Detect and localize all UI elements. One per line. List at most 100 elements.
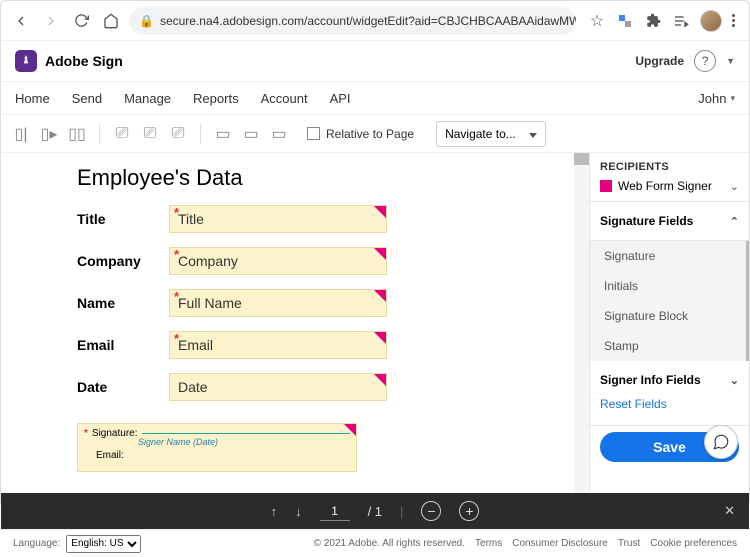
- page-input[interactable]: [320, 501, 350, 521]
- help-caret-icon[interactable]: ▼: [726, 56, 735, 66]
- canvas[interactable]: Employee's Data Title*Title Company*Comp…: [1, 153, 589, 493]
- language-label: Language:: [13, 538, 60, 549]
- field-signature-block[interactable]: Signature Block: [590, 301, 746, 331]
- field-initials[interactable]: Initials: [590, 271, 746, 301]
- recipient-name: Web Form Signer: [618, 179, 712, 193]
- sig-label: Signature:: [92, 428, 138, 439]
- align-tool-5-icon[interactable]: ⎚: [140, 124, 160, 144]
- zoom-out-icon[interactable]: −: [421, 501, 441, 521]
- signature-fields-accordion[interactable]: Signature Fields ⌃: [600, 210, 739, 232]
- browser-bar: 🔒 secure.na4.adobesign.com/account/widge…: [1, 1, 749, 41]
- signature-fields-label: Signature Fields: [600, 214, 693, 228]
- align-tool-3-icon[interactable]: ▯▯: [67, 124, 87, 144]
- navigate-to-select[interactable]: Navigate to...: [436, 121, 546, 147]
- reset-fields-link[interactable]: Reset Fields: [600, 391, 739, 417]
- recipient-select[interactable]: Web Form Signer ⌄: [600, 179, 739, 193]
- align-tool-4-icon[interactable]: ⎚: [112, 124, 132, 144]
- align-tool-6-icon[interactable]: ⎚: [168, 124, 188, 144]
- user-name: John: [698, 91, 726, 106]
- pager-bar: ↑ ↓ / 1 | − + ✕: [1, 493, 749, 529]
- label-name: Name: [77, 295, 169, 311]
- playlist-icon[interactable]: [672, 12, 690, 30]
- field-date[interactable]: Date: [169, 373, 387, 401]
- page-down-icon[interactable]: ↓: [295, 504, 302, 519]
- url-bar[interactable]: 🔒 secure.na4.adobesign.com/account/widge…: [129, 7, 576, 35]
- label-date: Date: [77, 379, 169, 395]
- chevron-down-icon: ⌄: [730, 374, 739, 387]
- footer: Language: English: US © 2021 Adobe. All …: [1, 529, 749, 557]
- label-company: Company: [77, 253, 169, 269]
- canvas-scrollbar[interactable]: [574, 153, 589, 493]
- field-toolbar: ▯| ▯▸ ▯▯ ⎚ ⎚ ⎚ ▭ ▭ ▭ Relative to Page Na…: [1, 115, 749, 153]
- signature-field-list: Signature Initials Signature Block Stamp: [590, 241, 749, 361]
- sig-placeholder: Signer Name (Date): [138, 437, 218, 447]
- kebab-menu-icon[interactable]: [732, 14, 735, 27]
- signature-block-field[interactable]: *Signature: Signer Name (Date) Email:: [77, 423, 357, 472]
- chevron-down-icon: ⌄: [730, 180, 739, 193]
- document: Employee's Data Title*Title Company*Comp…: [1, 153, 589, 472]
- nav-manage[interactable]: Manage: [124, 91, 171, 106]
- nav-send[interactable]: Send: [72, 91, 102, 106]
- avatar[interactable]: [700, 10, 722, 32]
- nav-api[interactable]: API: [330, 91, 351, 106]
- link-consumer[interactable]: Consumer Disclosure: [512, 538, 608, 549]
- link-terms[interactable]: Terms: [475, 538, 502, 549]
- align-tool-7-icon[interactable]: ▭: [213, 124, 233, 144]
- align-tool-2-icon[interactable]: ▯▸: [39, 124, 59, 144]
- extensions-icon[interactable]: [644, 12, 662, 30]
- browser-actions: ☆: [582, 10, 741, 32]
- nav-home[interactable]: Home: [15, 91, 50, 106]
- signer-info-label: Signer Info Fields: [600, 373, 701, 387]
- label-email: Email: [77, 337, 169, 353]
- signer-info-accordion[interactable]: Signer Info Fields ⌄: [600, 369, 739, 391]
- language-select[interactable]: English: US: [66, 535, 141, 553]
- align-tool-8-icon[interactable]: ▭: [241, 124, 261, 144]
- relative-to-page-toggle[interactable]: Relative to Page: [307, 127, 414, 141]
- lock-icon: 🔒: [139, 14, 154, 28]
- close-pager-icon[interactable]: ✕: [724, 503, 735, 519]
- reload-icon[interactable]: [69, 9, 93, 33]
- page-total: / 1: [368, 504, 382, 519]
- brand: Adobe Sign: [15, 50, 123, 72]
- chevron-up-icon: ⌃: [730, 215, 739, 228]
- star-icon[interactable]: ☆: [588, 12, 606, 30]
- field-signature[interactable]: Signature: [590, 241, 746, 271]
- label-title: Title: [77, 211, 169, 227]
- link-cookie[interactable]: Cookie preferences: [650, 538, 737, 549]
- url-text: secure.na4.adobesign.com/account/widgetE…: [160, 14, 576, 28]
- adobe-logo-icon: [15, 50, 37, 72]
- translate-icon[interactable]: [616, 12, 634, 30]
- link-trust[interactable]: Trust: [618, 538, 640, 549]
- field-email[interactable]: *Email: [169, 331, 387, 359]
- recipient-color-icon: [600, 180, 612, 192]
- field-title[interactable]: *Title: [169, 205, 387, 233]
- workspace: Employee's Data Title*Title Company*Comp…: [1, 153, 749, 493]
- forward-icon[interactable]: [39, 9, 63, 33]
- align-tool-1-icon[interactable]: ▯|: [11, 124, 31, 144]
- zoom-in-icon[interactable]: +: [459, 501, 479, 521]
- help-icon[interactable]: ?: [694, 50, 716, 72]
- brand-name: Adobe Sign: [45, 53, 123, 69]
- chat-help-icon[interactable]: [704, 425, 738, 459]
- home-icon[interactable]: [99, 9, 123, 33]
- field-name[interactable]: *Full Name: [169, 289, 387, 317]
- back-icon[interactable]: [9, 9, 33, 33]
- nav-reports[interactable]: Reports: [193, 91, 239, 106]
- relative-to-page-label: Relative to Page: [326, 127, 414, 141]
- user-menu[interactable]: John ▾: [698, 91, 735, 106]
- upgrade-link[interactable]: Upgrade: [635, 54, 684, 68]
- recipients-heading: RECIPIENTS: [600, 161, 739, 173]
- field-stamp[interactable]: Stamp: [590, 331, 746, 361]
- app-header: Adobe Sign Upgrade ? ▼: [1, 41, 749, 81]
- page-up-icon[interactable]: ↑: [271, 504, 278, 519]
- sig-email-label: Email:: [96, 450, 124, 461]
- user-caret-icon: ▾: [730, 93, 735, 104]
- doc-title: Employee's Data: [77, 165, 529, 191]
- copyright: © 2021 Adobe. All rights reserved.: [314, 538, 465, 549]
- navigate-to-value: Navigate to...: [445, 127, 516, 141]
- nav-account[interactable]: Account: [261, 91, 308, 106]
- checkbox-icon[interactable]: [307, 127, 320, 140]
- main-nav: Home Send Manage Reports Account API Joh…: [1, 81, 749, 115]
- align-tool-9-icon[interactable]: ▭: [269, 124, 289, 144]
- field-company[interactable]: *Company: [169, 247, 387, 275]
